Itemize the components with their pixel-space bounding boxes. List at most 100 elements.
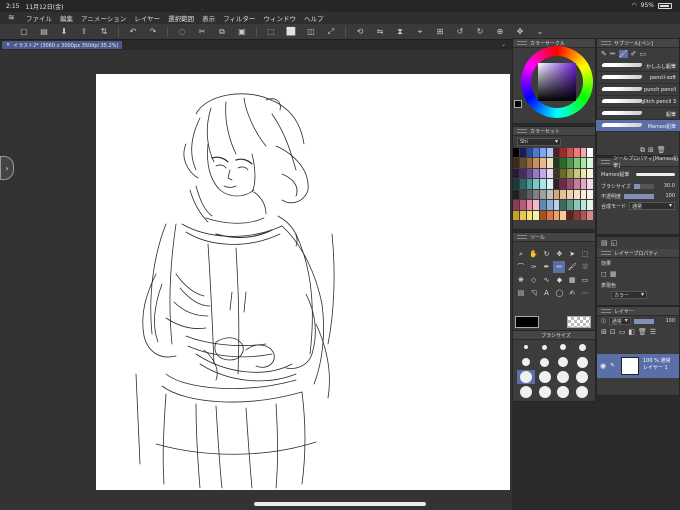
menu-help[interactable]: ヘルプ bbox=[304, 13, 324, 23]
move-tool-icon[interactable]: ✥ bbox=[553, 248, 565, 260]
brush-size-option[interactable] bbox=[536, 340, 554, 354]
brush-group-icon[interactable]: 🖌 bbox=[618, 50, 628, 58]
color-swatch[interactable] bbox=[580, 179, 587, 189]
deselect-icon[interactable]: ⬚ bbox=[263, 26, 279, 38]
color-swatch[interactable] bbox=[540, 210, 546, 220]
color-swatch[interactable] bbox=[567, 168, 573, 179]
color-swatch[interactable] bbox=[553, 210, 560, 220]
color-swatch[interactable] bbox=[573, 168, 580, 179]
hand-tool-icon[interactable]: ✋ bbox=[528, 248, 540, 260]
color-swatch[interactable] bbox=[553, 158, 560, 168]
copy-icon[interactable]: ⧉ bbox=[214, 26, 230, 38]
panel-grip-icon[interactable] bbox=[601, 160, 611, 164]
export-icon[interactable]: ⇪ bbox=[76, 26, 92, 38]
clear-icon[interactable]: ◌ bbox=[174, 26, 190, 38]
menu-animation[interactable]: アニメーション bbox=[81, 13, 126, 23]
color-swatch[interactable] bbox=[573, 148, 580, 158]
color-swatch[interactable] bbox=[553, 148, 560, 158]
color-swatch[interactable] bbox=[580, 210, 587, 220]
layer-blend-dropdown[interactable]: 通常 bbox=[608, 317, 631, 325]
blend-tool-icon[interactable]: ∿ bbox=[541, 274, 553, 286]
open-file-icon[interactable]: ▤ bbox=[36, 26, 52, 38]
ruler-tool-icon[interactable]: ◹ bbox=[528, 287, 540, 299]
color-swatch[interactable] bbox=[519, 200, 526, 210]
tone-effect-icon[interactable]: ▦ bbox=[610, 270, 617, 278]
color-swatch[interactable] bbox=[573, 179, 580, 189]
color-swatch[interactable] bbox=[587, 158, 593, 168]
object-tool-icon[interactable]: ➤ bbox=[566, 248, 578, 260]
color-swatch[interactable] bbox=[519, 158, 526, 168]
color-swatch[interactable] bbox=[526, 168, 533, 179]
zoom-tool-icon[interactable]: ⌕ bbox=[515, 248, 527, 260]
color-swatch[interactable] bbox=[587, 200, 593, 210]
opacity-value[interactable]: 100 bbox=[657, 193, 675, 199]
brush-tool-icon[interactable]: 🖌 bbox=[566, 261, 578, 273]
pen-tool-icon[interactable]: ✒ bbox=[541, 261, 553, 273]
gradient-tool-icon[interactable]: ▦ bbox=[566, 274, 578, 286]
balloon-tool-icon[interactable]: ◯ bbox=[553, 287, 565, 299]
close-tab-icon[interactable]: × bbox=[6, 42, 10, 48]
color-swatch[interactable] bbox=[519, 189, 526, 200]
select-tool-icon[interactable]: ⬚ bbox=[579, 248, 591, 260]
brush-item[interactable]: 鉛筆 bbox=[596, 108, 680, 120]
color-swatch[interactable] bbox=[526, 148, 533, 158]
color-swatch[interactable] bbox=[540, 158, 546, 168]
color-swatch[interactable] bbox=[519, 179, 526, 189]
eraser-tool-icon[interactable]: ◇ bbox=[528, 274, 540, 286]
color-swatch[interactable] bbox=[560, 168, 566, 179]
current-color-swatch[interactable] bbox=[514, 100, 522, 108]
color-swatch[interactable] bbox=[533, 179, 539, 189]
color-swatch[interactable] bbox=[513, 179, 519, 189]
color-swatch[interactable] bbox=[513, 189, 519, 200]
sync-icon[interactable]: ⇅ bbox=[96, 26, 112, 38]
border-effect-icon[interactable]: ◻ bbox=[601, 270, 607, 278]
visibility-eye-icon[interactable]: ◉ bbox=[600, 362, 606, 370]
brush-size-option[interactable] bbox=[517, 370, 535, 384]
brush-item[interactable]: glitch pencil 3 bbox=[596, 96, 680, 108]
brush-size-option[interactable] bbox=[517, 385, 535, 399]
hand-icon[interactable]: ✥ bbox=[512, 26, 528, 38]
color-swatch[interactable] bbox=[580, 148, 587, 158]
color-swatch[interactable] bbox=[573, 210, 580, 220]
color-swatch[interactable] bbox=[533, 158, 539, 168]
color-swatch[interactable] bbox=[573, 189, 580, 200]
eyedropper-tool-icon[interactable]: ✑ bbox=[528, 261, 540, 273]
text-tool-icon[interactable]: A bbox=[541, 287, 553, 299]
drawing-canvas[interactable] bbox=[96, 74, 510, 490]
color-swatch[interactable] bbox=[526, 189, 533, 200]
panel-grip-icon[interactable] bbox=[601, 41, 611, 45]
blend-mode-row[interactable]: 合成モード 通常 bbox=[597, 201, 679, 211]
cut-icon[interactable]: ✂ bbox=[194, 26, 210, 38]
new-file-icon[interactable]: ▢ bbox=[16, 26, 32, 38]
brush-item-selected[interactable]: Mameo鉛筆 bbox=[596, 120, 680, 132]
color-swatch[interactable] bbox=[553, 200, 560, 210]
rotate-right-icon[interactable]: ↻ bbox=[472, 26, 488, 38]
zoom-icon[interactable]: ⊕ bbox=[492, 26, 508, 38]
side-panel-handle-icon[interactable]: › bbox=[0, 156, 14, 180]
pen-group-icon[interactable]: ✎ bbox=[601, 50, 607, 58]
color-swatch[interactable] bbox=[546, 189, 553, 200]
opacity-slider[interactable] bbox=[624, 193, 654, 199]
brush-size-option[interactable] bbox=[573, 340, 591, 354]
panel-grip-icon[interactable] bbox=[517, 41, 527, 45]
fill-tool-icon[interactable]: ◆ bbox=[553, 274, 565, 286]
color-swatch[interactable] bbox=[546, 200, 553, 210]
pencil-tool-icon[interactable]: ✏ bbox=[553, 261, 566, 273]
color-swatch[interactable] bbox=[587, 189, 593, 200]
color-swatch[interactable] bbox=[540, 200, 546, 210]
brush-item[interactable]: pencil-soft bbox=[596, 72, 680, 84]
select-all-icon[interactable]: ⬜ bbox=[283, 26, 299, 38]
copy-subtool-icon[interactable]: ⧉ bbox=[640, 146, 645, 155]
blend-mode-dropdown[interactable]: 通常 bbox=[629, 202, 675, 210]
layer-menu-icon[interactable]: ☰ bbox=[650, 328, 656, 336]
pencil-group-icon[interactable]: ✏ bbox=[610, 50, 616, 58]
color-swatch[interactable] bbox=[526, 200, 533, 210]
airbrush-tool-icon[interactable]: ⛆ bbox=[579, 261, 591, 273]
panel-grip-icon[interactable] bbox=[517, 235, 527, 239]
color-swatch[interactable] bbox=[560, 210, 566, 220]
hue-ring[interactable] bbox=[521, 46, 593, 118]
brush-size-option[interactable] bbox=[555, 355, 573, 369]
opacity-row[interactable]: 不透明度 100 bbox=[597, 191, 679, 201]
new-raster-layer-icon[interactable]: ⊞ bbox=[601, 328, 607, 336]
color-swatch[interactable] bbox=[567, 210, 573, 220]
